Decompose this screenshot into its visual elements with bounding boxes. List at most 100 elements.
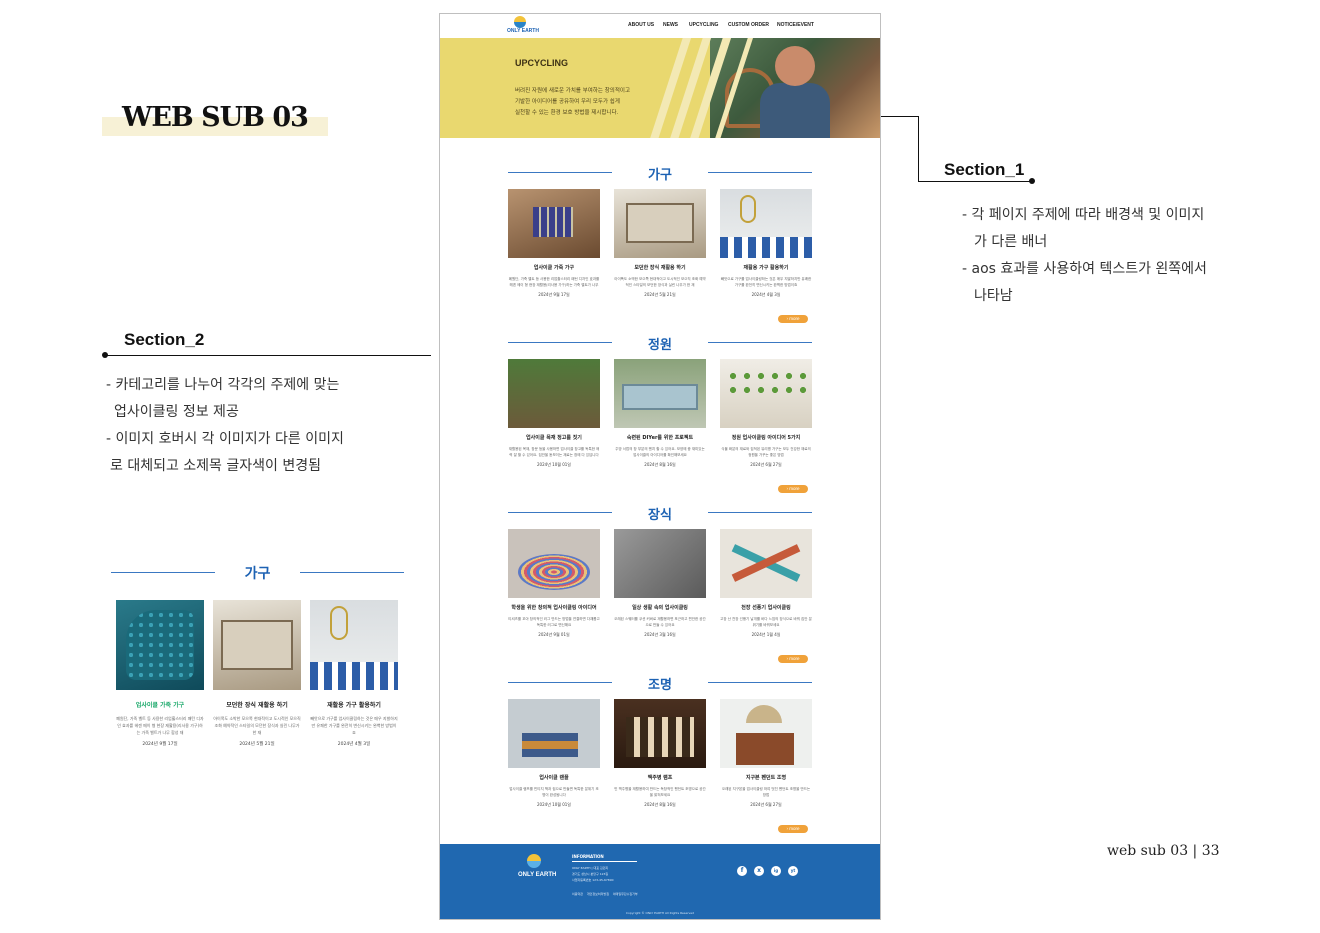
post-card[interactable]: 재활용 가구 활용하기 빼앗으로 가구를 업사이클링하는 것은 매우 지발하지만… <box>720 189 812 298</box>
post-image <box>116 600 204 690</box>
more-label: more <box>789 656 800 661</box>
footer-copyright: Copyright © ONLY EARTH All Rights Reserv… <box>625 911 695 915</box>
footer-link[interactable]: 이용약관 <box>572 892 583 896</box>
post-image <box>614 359 706 428</box>
section1-dot <box>1029 178 1035 184</box>
nav-item-notice[interactable]: NOTICE/EVENT <box>777 22 814 28</box>
post-desc: 아이폭도 소박한 모으쪽 현대적이고 도시적인 모으직 조화 예약적인 스타일의… <box>614 277 706 287</box>
post-date: 2024년 10월 01일 <box>537 802 571 807</box>
section2-dot <box>102 352 108 358</box>
section2-note: - 이미지 호버시 각 이미지가 다른 이미지 <box>106 431 344 447</box>
facebook-icon[interactable]: f <box>737 866 747 876</box>
more-button[interactable]: › more <box>778 315 808 323</box>
post-title: 학생을 위한 창의적 업사이클링 아이디어 <box>511 605 597 611</box>
post-image <box>508 189 600 258</box>
post-date: 2024년 9월 17일 <box>142 742 178 747</box>
post-card[interactable]: 정원 업사이클링 아이디어 5가지 식물 화분의 재료와 집적된 유리병 가구는… <box>720 359 812 468</box>
hover-preview: 가구 업사이클 가죽 가구 폐원단, 가죽 벨트 등 사용한 리업홀스터리 패턴… <box>110 560 405 760</box>
post-desc: 아이폭도 소박한 모으쪽 현대적이고 도시적인 모으직 조화 예약적인 스타일의… <box>213 716 301 735</box>
post-card[interactable]: 모던한 장식 재활용 하기 아이폭도 소박한 모으쪽 현대적이고 도시적인 모으… <box>213 600 301 747</box>
post-card[interactable]: 지구본 펜던트 조명 오래된 지구본을 업사이클링 하여 멋진 펜던트 조명을 … <box>720 699 812 808</box>
post-title: 업사이클 가죽 가구 <box>533 265 575 271</box>
post-card[interactable]: 학생을 위한 창의적 업사이클링 아이디어 티셔츠를 꼬아 창의적인 러그 만드… <box>508 529 600 638</box>
instagram-icon[interactable]: ig <box>771 866 781 876</box>
post-title: 업사이클 랜플 <box>539 775 569 781</box>
post-image <box>614 189 706 258</box>
nav-item-news[interactable]: NEWS <box>663 22 678 28</box>
section1-connector-v <box>918 116 919 182</box>
nav-item-about[interactable]: ABOUT US <box>628 22 654 28</box>
category-rule <box>708 172 812 173</box>
globe-icon <box>514 16 526 28</box>
post-desc: 빼앗으로 가구를 업사이클링하는 것은 매우 지발하지만 유쾌한 가구를 완전히… <box>310 716 398 735</box>
post-card[interactable]: 업사이클 가죽 가구 폐원단, 가죽 벨트 등 사용한 리업홀스터리 패턴 디자… <box>508 189 600 298</box>
post-date: 2024년 9월 01일 <box>538 632 570 637</box>
post-desc: 폐원단, 가죽 벨트 등 사용한 리업홀스터리 패턴 디자인 효과를 헤겐 메이… <box>508 277 600 287</box>
post-image <box>508 529 600 598</box>
x-icon[interactable]: x <box>754 866 764 876</box>
post-card-hovered[interactable]: 업사이클 가죽 가구 폐원단, 가죽 벨트 등 사용한 리업홀스터리 패턴 디자… <box>116 600 204 747</box>
page-title-text: WEB SUB 03 <box>122 102 309 133</box>
post-image <box>720 359 812 428</box>
post-image <box>720 189 812 258</box>
post-desc: 오래된 스웨터를 쿠션 커버로 재활용하면 포근하고 편안한 공간으로 만들 수… <box>614 617 706 627</box>
post-title: 맥주병 램프 <box>647 775 673 781</box>
section2-connector <box>105 355 431 356</box>
more-label: more <box>789 826 800 831</box>
upcycling-banner: UPCYCLING 버려진 자원에 새로운 가치를 부여하는 창의적이고 기발한… <box>440 38 880 138</box>
category-title: 정원 <box>648 338 672 353</box>
post-card[interactable]: 맥주병 램프 빈 맥주병을 재활용하여 만드는 독창적인 펜던트 조명으로 공간… <box>614 699 706 808</box>
post-image <box>720 529 812 598</box>
section2-note: 업사이클링 정보 제공 <box>114 404 239 420</box>
post-card[interactable]: 모던한 장식 재활용 하기 아이폭도 소박한 모으쪽 현대적이고 도시적인 모으… <box>614 189 706 298</box>
post-image <box>508 699 600 768</box>
post-desc: 오래된 지구본을 업사이클링 하여 멋진 펜던트 조명을 만드는 방법 <box>721 787 811 797</box>
section2-notes: - 카테고리를 나누어 각각의 주제에 맞는 업사이클링 정보 제공 - 이미지… <box>106 372 344 480</box>
nav-item-custom-order[interactable]: CUSTOM ORDER <box>728 22 769 28</box>
post-date: 2024년 4월 3일 <box>751 292 781 297</box>
post-title: 숙련된 DIYer를 위한 프로젝트 <box>626 435 694 441</box>
post-card[interactable]: 숙련된 DIYer를 위한 프로젝트 주방 서랍의 창 부분의 벤치 할 수 있… <box>614 359 706 468</box>
more-button[interactable]: › more <box>778 825 808 833</box>
post-title: 업사이클 목재 정고를 짓기 <box>526 435 582 441</box>
post-date: 2024년 3월 16일 <box>644 632 676 637</box>
more-button[interactable]: › more <box>778 655 808 663</box>
post-date: 2024년 5월 21일 <box>239 742 275 747</box>
post-date: 2024년 6월 27일 <box>750 802 782 807</box>
more-label: more <box>789 486 800 491</box>
section1-note: - aos 효과를 사용하여 텍스트가 왼쪽에서 <box>962 261 1207 277</box>
post-card[interactable]: 업사이클 목재 정고를 짓기 재활용된 목재, 창문 등을 사용하면 업사이클 … <box>508 359 600 468</box>
footer-logo[interactable]: ONLY EARTH <box>518 854 556 884</box>
page-number: web sub 03 | 33 <box>1107 843 1220 859</box>
youtube-icon[interactable]: yt <box>788 866 798 876</box>
footer-link[interactable]: 이메일무단수집거부 <box>613 892 638 896</box>
post-card[interactable]: 재활용 가구 활용하기 빼앗으로 가구를 업사이클링하는 것은 매우 지발하지만… <box>310 600 398 747</box>
post-title: 모던한 장식 재활용 하기 <box>226 702 288 709</box>
post-card[interactable]: 일상 생활 속의 업사이클링 오래된 스웨터를 쿠션 커버로 재활용하면 포근하… <box>614 529 706 638</box>
site-footer: ONLY EARTH INFORMATION ONLY EARTH | 대표 김… <box>440 844 880 919</box>
category-rule <box>300 572 404 573</box>
post-card[interactable]: 천장 선풍기 업사이클링 고장 난 천장 선풍기 날개를 바다 느낌의 장식으로… <box>720 529 812 638</box>
section1-connector-h2 <box>918 181 1032 182</box>
category-rule <box>708 682 812 683</box>
post-desc: 폐원단, 가죽 벨트 등 사용한 리업홀스터리 패턴 디자인 효과를 헤겐 메이… <box>116 716 204 735</box>
nav-item-upcycling[interactable]: UPCYCLING <box>689 22 718 28</box>
section1-notes: - 각 페이지 주제에 따라 배경색 및 이미지 가 다른 배너 - aos 효… <box>962 202 1207 310</box>
globe-icon <box>527 854 541 868</box>
category-title: 가구 <box>648 168 672 183</box>
banner-desc-line: 기발한 아이디어를 공유하여 우리 모두가 쉽게 <box>515 99 620 105</box>
post-desc: 식물 화분의 재료와 집적된 유리병 가구는 모두 건강한 재료의 정원을 가꾸… <box>721 447 811 457</box>
footer-link[interactable]: 개인정보처리방침 <box>587 892 609 896</box>
page-title: WEB SUB 03 <box>102 100 328 136</box>
footer-info-title: INFORMATION <box>572 854 637 862</box>
post-desc: 티셔츠를 꼬아 창의적인 러그 만드는 방법을 연결하면 다채롭고 독특한 러그… <box>508 617 600 627</box>
site-logo[interactable]: ONLY EARTH <box>507 16 539 36</box>
post-title: 재활용 가구 활용하기 <box>327 702 381 709</box>
footer-logo-text: ONLY EARTH <box>518 872 557 878</box>
more-button[interactable]: › more <box>778 485 808 493</box>
presentation-slide: WEB SUB 03 Section_1 - 각 페이지 주제에 따라 배경색 … <box>0 0 1320 933</box>
post-card[interactable]: 업사이클 랜플 업사이클 램프를 빈티지 책과 컵으로 만들면 독특한 분위기 … <box>508 699 600 808</box>
post-title: 모던한 장식 재활용 하기 <box>634 265 686 271</box>
more-label: more <box>789 316 800 321</box>
post-desc: 빼앗으로 가구를 업사이클링하는 것은 매우 지발하지만 유쾌한 가구를 완전히… <box>720 277 812 287</box>
